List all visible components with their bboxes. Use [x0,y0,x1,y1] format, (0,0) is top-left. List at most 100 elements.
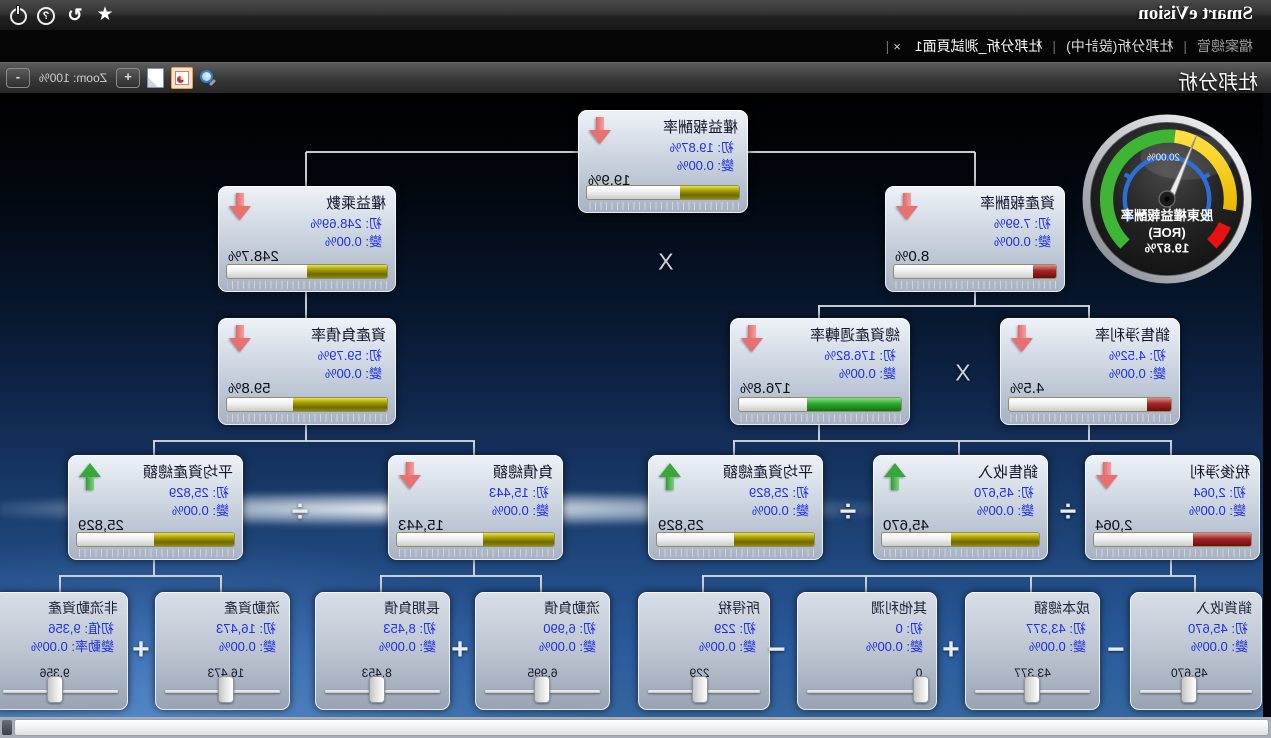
dupont-node-cur_assets[interactable]: 流動資產初: 16,473變: 0.00%16,473 [155,592,290,710]
node-progress-bar [586,185,740,200]
down-arrow-icon [229,193,251,223]
node-initial-value: 初: 2,064 [1193,482,1246,501]
page-title: 杜邦分析 [1178,66,1258,95]
operator-43: + [132,633,150,667]
node-title: 流動負債 [544,598,600,618]
dupont-node-debt_ratio[interactable]: 資產負債率初: 59.79%變: 0.00%59.8% [218,318,396,425]
dupont-node-roa[interactable]: 資產報酬率初: 7.99%變: 0.00%8.0% [885,186,1065,292]
connector-line [818,425,820,441]
dupont-node-net_profit[interactable]: 稅後淨利初: 2,064變: 0.00%2,064 [1085,455,1260,560]
connector-line [702,575,1196,577]
dupont-node-multiplier[interactable]: 權益乘數初: 248.69%變: 0.00%248.7% [218,186,396,292]
connector-line [305,292,307,318]
dupont-node-income_tax[interactable]: 所得稅初: 229變: 0.00%229 [638,592,770,710]
dupont-node-net_margin[interactable]: 銷售淨利率初: 4.52%變: 0.00%4.5% [1000,318,1180,425]
horizontal-scrollbar-thumb[interactable] [14,719,1269,736]
node-progress-bar [76,532,235,547]
slider-thumb[interactable] [913,676,929,703]
scrollbar-corner-button[interactable] [2,720,12,735]
node-progress-bar [656,532,815,547]
operator-247: ÷ [292,495,308,529]
star-icon[interactable]: ★ [95,5,115,25]
down-arrow-icon [896,193,918,223]
dupont-node-avg_assets_b[interactable]: 平均資產總額初: 25,829變: 0.00%25,829 [68,455,243,560]
down-arrow-icon [741,325,763,355]
connector-line [306,151,578,153]
node-current-value: 8.0% [895,248,929,265]
progress-fill [154,533,234,546]
magnifier-icon[interactable] [200,69,218,87]
dupont-node-roe[interactable]: 權益報酬率初: 19.87%變: 0.00%19.9% [578,110,748,213]
dupont-node-sales_rev[interactable]: 銷售收入初: 45,670變: 0.00%45,670 [873,455,1048,560]
slider-thumb[interactable] [47,676,63,703]
dupont-node-cost_total[interactable]: 成本總額初: 43,377變: 0.00%43,377 [965,592,1100,710]
node-initial-value: 初: 43,377 [1026,618,1086,637]
refresh-icon[interactable]: ↻ [65,5,85,25]
slider-thumb[interactable] [1025,676,1041,703]
connector-line [702,576,704,592]
node-progress-bar [893,264,1057,279]
ruler-ticks [1009,414,1171,422]
tab-3[interactable]: 杜邦分析_測試頁面1 [915,36,1043,56]
roe-gauge: 20.00% 股東權益報酬率 (ROE) 19.87% [1079,111,1255,292]
power-icon[interactable] [10,8,27,25]
node-initial-value: 初: 7.99% [994,213,1051,232]
operator-8722: − [1107,633,1125,667]
dupont-node-lt_liab[interactable]: 長期負債初: 8,453變: 0.00%8,453 [315,592,450,710]
report-view-icon[interactable] [171,67,193,89]
tab-2[interactable]: 杜邦分析(設計中) [1066,36,1173,56]
operator-8722: − [768,633,786,667]
connector-line [974,292,976,306]
horizontal-scrollbar[interactable] [0,717,1271,738]
document-icon[interactable] [147,68,164,88]
node-title: 長期負債 [384,598,440,618]
zoom-out-button[interactable]: - [6,68,30,88]
dupont-node-noncur_assets[interactable]: 非流動資產初值: 9,356變動率: 0.00%9,356 [0,592,128,710]
node-change-rate: 變動率: 0.00% [31,636,114,655]
help-icon[interactable]: ? [37,7,55,25]
dupont-node-avg_assets_a[interactable]: 平均資產總額初: 25,829變: 0.00%25,829 [648,455,823,560]
node-initial-value: 初: 59.79% [318,345,382,364]
node-title: 其他利潤 [871,598,927,618]
connector-line [220,576,222,592]
connector-line [305,425,307,441]
connector-line [473,441,475,455]
tab-separator: | [1183,38,1187,54]
operator-43: + [942,633,960,667]
dupont-node-other_profit[interactable]: 其他利潤初: 0變: 0.00%0 [797,592,937,710]
connector-line [153,560,155,576]
node-initial-value: 初: 45,670 [1188,618,1248,637]
title-bar: Smart eVision ★ ↻ ? [0,0,1271,30]
node-change-rate: 變: 0.00% [379,636,436,655]
node-initial-value: 初值: 9,356 [48,618,114,637]
slider-thumb[interactable] [218,676,234,703]
slider-thumb[interactable] [692,676,708,703]
gauge-subtitle: (ROE) [1148,225,1185,240]
connector-line [818,305,1090,307]
slider-thumb[interactable] [1181,676,1197,703]
node-title: 稅後淨利 [1190,461,1250,482]
slider-thumb[interactable] [369,676,385,703]
zoom-in-button[interactable]: + [116,68,140,88]
progress-fill [807,398,901,411]
connector-line [380,576,382,592]
up-arrow-icon [659,462,681,492]
node-change-rate: 變: 0.00% [172,500,229,519]
tab-close-icon[interactable]: × [893,39,901,54]
tab-1[interactable]: 檔案總管 [1197,36,1253,56]
dupont-node-liabilities[interactable]: 負債總額初: 15,443變: 0.00%15,443 [388,455,563,560]
down-arrow-icon [589,117,611,147]
node-change-rate: 變: 0.00% [1189,500,1246,519]
dupont-node-cur_liab[interactable]: 流動負債初: 6,990變: 0.00%6,995 [475,592,610,710]
node-change-rate: 變: 0.00% [1191,636,1248,655]
slider-thumb[interactable] [535,676,551,703]
dupont-node-turnover[interactable]: 總資產週轉率初: 176.82%變: 0.00%176.8% [730,318,910,425]
up-arrow-icon [79,462,101,492]
node-progress-bar [226,264,388,279]
node-current-value: 248.7% [228,248,279,265]
tab-separator: | [1052,38,1056,54]
node-change-rate: 變: 0.00% [325,363,382,382]
node-title: 平均資產總額 [723,461,813,482]
dupont-node-rev_bottom[interactable]: 銷貨收入初: 45,670變: 0.00%45,670 [1130,592,1262,710]
connector-line [974,152,976,186]
